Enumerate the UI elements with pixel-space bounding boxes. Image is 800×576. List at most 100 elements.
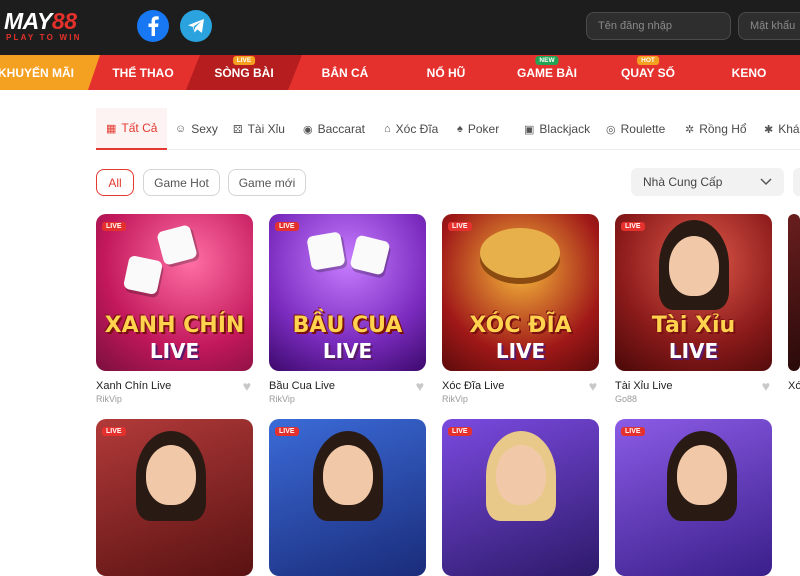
bowl-icon: ⌂ — [384, 123, 391, 135]
game-art-title: XÓC ĐĨA LIVE — [469, 313, 572, 363]
dealer-face — [669, 236, 719, 296]
chevron-down-icon — [760, 174, 772, 191]
live-tag: LIVE — [102, 222, 126, 231]
live-tag: LIVE — [275, 427, 299, 436]
game-card-row2-2[interactable]: LIVE — [269, 419, 426, 576]
provider-dropdown[interactable]: Nhà Cung Cấp — [631, 168, 784, 196]
grid-icon: ▦ — [106, 122, 117, 135]
nav-item-keno[interactable]: KENO — [732, 55, 767, 90]
tab-blackjack[interactable]: ▣ Blackjack — [524, 108, 590, 150]
dragon-icon: ✲ — [685, 123, 695, 136]
game-art-title: BẦU CUA LIVE — [292, 313, 403, 363]
game-card-row2-3[interactable]: LIVE — [442, 419, 599, 576]
hot-badge: HOT — [637, 56, 659, 65]
nav-item-promotions[interactable]: KHUYẾN MÃI — [0, 55, 74, 90]
game-thumbnail — [788, 214, 800, 371]
live-tag: LIVE — [448, 222, 472, 231]
secondary-dropdown[interactable] — [793, 168, 800, 196]
live-tag: LIVE — [448, 427, 472, 436]
game-name: Tài Xỉu Live — [615, 380, 673, 392]
tab-baccarat[interactable]: ◉ Baccarat — [303, 108, 365, 150]
tab-poker[interactable]: ♠ Poker — [457, 108, 499, 150]
game-thumbnail: LIVE XÓC ĐĨA LIVE — [442, 214, 599, 371]
dealer-face — [146, 445, 196, 505]
facebook-icon[interactable] — [137, 10, 169, 42]
game-name: Bầu Cua Live — [269, 380, 336, 392]
dice-image — [306, 231, 346, 271]
dealer-face — [323, 445, 373, 505]
tab-rong-ho[interactable]: ✲ Rồng Hổ — [685, 108, 747, 150]
dice-image — [156, 224, 198, 266]
nav-item-fishing[interactable]: BẮN CÁ — [322, 55, 369, 90]
game-provider: RikVip — [269, 394, 295, 404]
game-name: Xó — [788, 380, 800, 392]
favorite-heart-icon[interactable]: ♥ — [416, 378, 424, 394]
tab-tai-xiu[interactable]: ⚄ Tài Xỉu — [233, 108, 285, 150]
live-tag: LIVE — [621, 222, 645, 231]
dealer-face — [496, 445, 546, 505]
tab-roulette[interactable]: ◎ Roulette — [606, 108, 665, 150]
favorite-heart-icon[interactable]: ♥ — [589, 378, 597, 394]
dice-icon: ⚄ — [233, 123, 243, 136]
game-name: Xanh Chín Live — [96, 380, 172, 392]
nav-item-card-games[interactable]: NEW GAME BÀI — [517, 55, 577, 90]
may88-logo[interactable]: MAY88 PLAY TO WIN — [4, 9, 119, 43]
nav-item-sports[interactable]: THỂ THAO — [112, 55, 173, 90]
game-card-xanh-chin[interactable]: LIVE XANH CHÍN LIVE Xanh Chín Live RikVip… — [96, 214, 253, 404]
bowl-image — [480, 228, 560, 278]
new-badge: NEW — [535, 56, 559, 65]
main-nav: KHUYẾN MÃI THỂ THAO LIVE SÒNG BÀI BẮN CÁ … — [0, 55, 800, 90]
live-tag: LIVE — [621, 427, 645, 436]
game-card-row2-1[interactable]: LIVE — [96, 419, 253, 576]
dealer-face — [677, 445, 727, 505]
username-input[interactable] — [586, 12, 731, 40]
tab-more[interactable]: ✱ Khá — [764, 108, 800, 150]
game-provider: RikVip — [442, 394, 468, 404]
dice-image — [122, 254, 164, 296]
game-name: Xóc Đĩa Live — [442, 380, 505, 392]
live-tag: LIVE — [275, 222, 299, 231]
nav-item-slots[interactable]: NỔ HŨ — [427, 55, 466, 90]
game-thumbnail: LIVE — [269, 419, 426, 576]
game-card-tai-xiu[interactable]: LIVE Tài Xỉu LIVE Tài Xỉu Live Go88 ♥ — [615, 214, 772, 404]
game-card-bau-cua[interactable]: LIVE BẦU CUA LIVE Bầu Cua Live RikVip ♥ — [269, 214, 426, 404]
game-thumbnail: LIVE XANH CHÍN LIVE — [96, 214, 253, 371]
poker-icon: ♠ — [457, 123, 463, 135]
more-icon: ✱ — [764, 123, 774, 136]
top-bar: MAY88 PLAY TO WIN — [0, 0, 800, 55]
logo-tagline: PLAY TO WIN — [6, 33, 82, 42]
girl-icon: ☺ — [175, 123, 187, 135]
live-tag: LIVE — [102, 427, 126, 436]
game-thumbnail: LIVE — [615, 419, 772, 576]
telegram-icon[interactable] — [180, 10, 212, 42]
game-art-title: XANH CHÍN LIVE — [104, 313, 245, 363]
filter-all[interactable]: All — [96, 169, 134, 196]
game-art-title: Tài Xỉu LIVE — [651, 313, 736, 363]
favorite-heart-icon[interactable]: ♥ — [762, 378, 770, 394]
password-input[interactable] — [738, 12, 800, 40]
game-thumbnail: LIVE Tài Xỉu LIVE — [615, 214, 772, 371]
game-card-row2-4[interactable]: LIVE — [615, 419, 772, 576]
live-badge: LIVE — [232, 56, 256, 65]
game-provider: RikVip — [96, 394, 122, 404]
filter-new-games[interactable]: Game mới — [228, 169, 306, 196]
filter-game-hot[interactable]: Game Hot — [143, 169, 220, 196]
roulette-icon: ◎ — [606, 123, 616, 136]
game-card-xoc-dia[interactable]: LIVE XÓC ĐĨA LIVE Xóc Đĩa Live RikVip ♥ — [442, 214, 599, 404]
game-thumbnail: LIVE — [96, 419, 253, 576]
tab-all[interactable]: ▦ Tất Cả — [96, 108, 168, 150]
favorite-heart-icon[interactable]: ♥ — [243, 378, 251, 394]
tab-sexy[interactable]: ☺ Sexy — [175, 108, 218, 150]
game-card-partial[interactable]: Xó — [788, 214, 800, 392]
game-thumbnail: LIVE BẦU CUA LIVE — [269, 214, 426, 371]
cards-icon: ▣ — [524, 123, 535, 136]
nav-item-lottery[interactable]: HOT QUAY SỐ — [621, 55, 675, 90]
nav-item-casino[interactable]: LIVE SÒNG BÀI — [214, 55, 274, 90]
game-thumbnail: LIVE — [442, 419, 599, 576]
tab-xoc-dia[interactable]: ⌂ Xóc Đĩa — [384, 108, 438, 150]
category-tabs: ▦ Tất Cả ☺ Sexy ⚄ Tài Xỉu ◉ Baccarat ⌂ Xóc Đĩ… — [96, 108, 800, 150]
logo-text: MAY88 — [4, 8, 77, 34]
game-provider: Go88 — [615, 394, 638, 404]
dice-image — [349, 234, 391, 276]
chips-icon: ◉ — [303, 123, 313, 136]
